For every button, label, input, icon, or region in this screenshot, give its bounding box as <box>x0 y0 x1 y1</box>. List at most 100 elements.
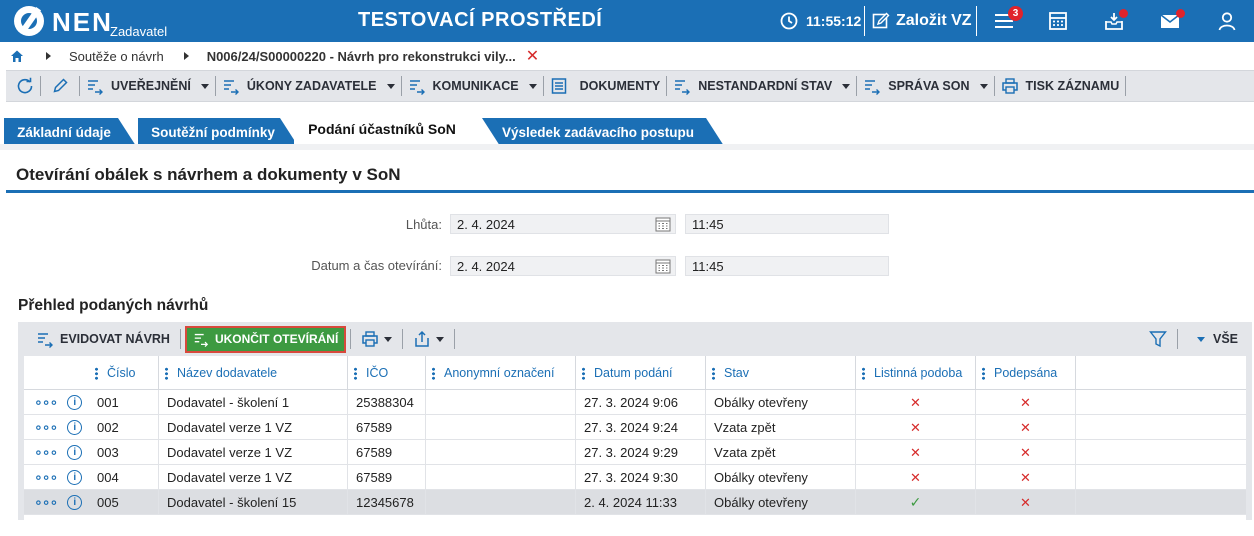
row-actions: ∘∘∘ i <box>24 469 83 486</box>
evidovat-navrh-button[interactable]: EVIDOVAT NÁVRH <box>18 322 176 356</box>
evidovat-label: EVIDOVAT NÁVRH <box>60 332 170 346</box>
uverejneni-menu[interactable]: UVEŘEJNĚNÍ <box>80 71 215 101</box>
column-menu-icon[interactable] <box>95 366 98 380</box>
filter-icon[interactable] <box>1149 330 1167 348</box>
lhuta-time-field[interactable]: 11:45 <box>685 214 889 234</box>
more-options-icon[interactable]: ∘∘∘ <box>34 444 58 461</box>
otevirani-label: Datum a čas otevírání: <box>311 258 442 273</box>
info-icon[interactable]: i <box>67 495 83 510</box>
list-title: Přehled podaných návrhů <box>18 297 209 314</box>
row-actions-cell: ∘∘∘ i <box>24 415 89 440</box>
dokumenty-button[interactable]: DOKUMENTY <box>544 71 667 101</box>
tab-vysledek-postupu[interactable]: Výsledek zadávacího postupu <box>482 118 724 146</box>
column-menu-icon[interactable] <box>165 366 168 380</box>
pencil-icon <box>53 78 68 93</box>
user-icon[interactable] <box>1216 10 1238 32</box>
column-header-stav[interactable]: Stav <box>706 356 856 390</box>
table-row[interactable]: ∘∘∘ i 002 Dodavatel verze 1 VZ 67589 27. 3. 2… <box>24 415 1246 440</box>
column-header-podepsana[interactable]: Podepsána <box>976 356 1076 390</box>
column-menu-icon[interactable] <box>582 366 585 380</box>
tab-zakladni-udaje[interactable]: Základní údaje <box>4 118 136 146</box>
komunikace-menu[interactable]: KOMUNIKACE <box>402 71 543 101</box>
table-row[interactable]: ∘∘∘ i 004 Dodavatel verze 1 VZ 67589 27. 3. 2… <box>24 465 1246 490</box>
toolbar-divider <box>350 329 352 349</box>
export-icon <box>415 330 430 347</box>
column-menu-icon[interactable] <box>712 366 715 380</box>
calendar-icon[interactable] <box>655 216 671 232</box>
cell-ico: 67589 <box>348 465 426 490</box>
cell-cislo: 002 <box>89 415 159 440</box>
logo-text[interactable]: NEN <box>52 7 113 38</box>
column-header-cislo[interactable]: Číslo <box>89 356 159 390</box>
column-header-anonymni[interactable]: Anonymní označení <box>426 356 576 390</box>
cell-podepsana: ✕ <box>976 415 1076 440</box>
nestandardni-stav-menu[interactable]: NESTANDARDNÍ STAV <box>667 71 856 101</box>
more-options-icon[interactable]: ∘∘∘ <box>34 419 58 436</box>
row-actions-cell: ∘∘∘ i <box>24 440 89 465</box>
column-header-label: Podepsána <box>994 366 1058 380</box>
clock-icon <box>780 12 798 30</box>
lhuta-date-field[interactable]: 2. 4. 2024 <box>450 214 676 234</box>
nen-logo-icon[interactable] <box>14 6 44 36</box>
column-header-label: Stav <box>724 366 750 380</box>
more-options-icon[interactable]: ∘∘∘ <box>34 494 58 511</box>
table-row[interactable]: ∘∘∘ i 001 Dodavatel - školení 1 25388304 27. … <box>24 390 1246 415</box>
caret-down-icon <box>979 83 988 89</box>
tab-podani-ucastniku[interactable]: Podání účastníků SoN <box>294 112 484 146</box>
ukony-zadavatele-menu[interactable]: ÚKONY ZADAVATELE <box>216 71 401 101</box>
close-icon[interactable]: ✕ <box>526 46 539 66</box>
column-header-listinna[interactable]: Listinná podoba <box>856 356 976 390</box>
cell-listinna: ✕ <box>856 415 976 440</box>
more-options-icon[interactable]: ∘∘∘ <box>34 469 58 486</box>
list-action-icon <box>38 333 53 348</box>
column-menu-icon[interactable] <box>432 366 435 380</box>
column-menu-icon[interactable] <box>354 366 357 380</box>
info-icon[interactable]: i <box>67 445 83 460</box>
sprava-son-menu[interactable]: SPRÁVA SON <box>857 71 993 101</box>
tab-soutezni-podminky[interactable]: Soutěžní podmínky <box>138 118 298 146</box>
view-all-menu[interactable]: VŠE <box>1188 322 1252 356</box>
row-actions-cell: ∘∘∘ i <box>24 390 89 415</box>
table-row[interactable]: ∘∘∘ i 003 Dodavatel verze 1 VZ 67589 27. 3. 2… <box>24 440 1246 465</box>
breadcrumb-current: N006/24/S00000220 - Návrh pro rekonstruk… <box>206 48 516 64</box>
refresh-button[interactable] <box>6 71 40 101</box>
ukoncit-label: UKONČIT OTEVÍRÁNÍ <box>214 332 339 346</box>
cell-anonymni <box>426 415 576 440</box>
otevirani-date-field[interactable]: 2. 4. 2024 <box>450 256 676 276</box>
calendar-icon[interactable] <box>655 258 671 274</box>
create-vz-button[interactable]: Založit VZ <box>872 9 972 33</box>
breadcrumb-item-souteze[interactable]: Soutěže o návrh <box>69 49 164 64</box>
cell-cislo: 004 <box>89 465 159 490</box>
info-icon[interactable]: i <box>67 470 83 485</box>
cell-stav: Vzata zpět <box>706 415 856 440</box>
column-header-nazev[interactable]: Název dodavatele <box>159 356 348 390</box>
session-time: 11:55:12 <box>806 13 862 29</box>
row-actions: ∘∘∘ i <box>24 494 83 511</box>
otevirani-time-field[interactable]: 11:45 <box>685 256 889 276</box>
cell-datum: 2. 4. 2024 11:33 <box>576 490 706 515</box>
list-action-icon <box>675 80 691 95</box>
cross-icon: ✕ <box>1020 469 1031 485</box>
column-header-datum[interactable]: Datum podání <box>576 356 706 390</box>
calculator-icon[interactable] <box>1047 10 1069 32</box>
info-icon[interactable]: i <box>67 395 83 410</box>
cell-cislo: 003 <box>89 440 159 465</box>
ukoncit-otevirani-button[interactable]: UKONČIT OTEVÍRÁNÍ <box>184 325 347 353</box>
section-title: Otevírání obálek s návrhem a dokumenty v… <box>16 165 401 184</box>
print-menu[interactable] <box>355 322 398 356</box>
column-menu-icon[interactable] <box>862 366 865 380</box>
info-icon[interactable]: i <box>67 420 83 435</box>
edit-button[interactable] <box>41 71 79 101</box>
column-menu-icon[interactable] <box>982 366 985 380</box>
cell-ico: 12345678 <box>348 490 426 515</box>
column-header-ico[interactable]: IČO <box>348 356 426 390</box>
cell-podepsana: ✕ <box>976 390 1076 415</box>
home-icon[interactable] <box>10 49 24 63</box>
caret-down-icon <box>200 83 209 89</box>
cell-nazev: Dodavatel verze 1 VZ <box>159 440 348 465</box>
export-menu[interactable] <box>407 322 450 356</box>
more-options-icon[interactable]: ∘∘∘ <box>34 394 58 411</box>
edit-icon <box>872 12 890 29</box>
table-row[interactable]: ∘∘∘ i 005 Dodavatel - školení 15 12345678 2. … <box>24 490 1246 515</box>
tisk-zaznamu-button[interactable]: TISK ZÁZNAMU <box>995 71 1126 101</box>
